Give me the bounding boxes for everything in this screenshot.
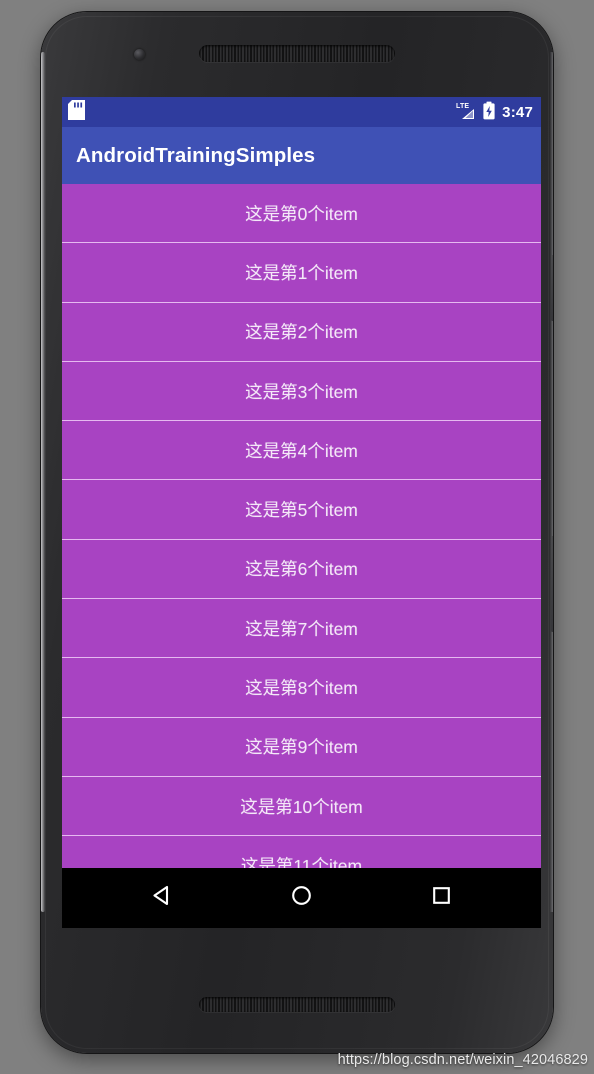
- power-button[interactable]: [551, 255, 553, 321]
- list-item[interactable]: 这是第7个item: [62, 599, 541, 659]
- volume-button[interactable]: [551, 536, 553, 632]
- list-view[interactable]: 这是第0个item 这是第1个item 这是第2个item 这是第3个item …: [62, 184, 541, 868]
- front-camera-icon: [134, 49, 145, 60]
- navigation-bar: [62, 868, 541, 928]
- list-item[interactable]: 这是第0个item: [62, 184, 541, 244]
- app-bar-title: AndroidTrainingSimples: [76, 143, 316, 167]
- signal-bars-icon: LTE: [456, 101, 476, 124]
- status-bar: LTE 3:47: [62, 97, 541, 127]
- earpiece-speaker-grille: [199, 45, 395, 62]
- back-icon: [149, 883, 174, 913]
- status-bar-right-icons: LTE 3:47: [456, 101, 533, 124]
- battery-charging-icon: [482, 101, 496, 124]
- list-item[interactable]: 这是第3个item: [62, 361, 541, 422]
- bottom-speaker-grille: [199, 997, 395, 1012]
- device-left-edge-highlight: [41, 52, 45, 912]
- device-right-edge-highlight: [550, 52, 553, 912]
- status-bar-left-icons: [68, 99, 85, 125]
- list-item[interactable]: 这是第9个item: [62, 717, 541, 777]
- app-bar: AndroidTrainingSimples: [62, 127, 541, 184]
- list-item[interactable]: 这是第8个item: [62, 658, 541, 718]
- list-item[interactable]: 这是第6个item: [62, 539, 541, 600]
- home-button[interactable]: [272, 875, 330, 921]
- home-icon: [289, 883, 314, 913]
- list-item[interactable]: 这是第5个item: [62, 480, 541, 540]
- watermark-url: https://blog.csdn.net/weixin_42046829: [337, 1052, 588, 1068]
- recents-icon: [429, 883, 454, 913]
- recents-button[interactable]: [412, 875, 470, 921]
- list-item[interactable]: 这是第2个item: [62, 302, 541, 362]
- list-item[interactable]: 这是第4个item: [62, 421, 541, 481]
- list-item[interactable]: 这是第10个item: [62, 776, 541, 837]
- list-item[interactable]: 这是第11个item: [62, 836, 541, 868]
- phone-screen: LTE 3:47 AndroidTrainingSimples 这是第0个ite…: [62, 97, 541, 928]
- back-button[interactable]: [133, 875, 191, 921]
- status-bar-clock: 3:47: [502, 103, 533, 121]
- sd-card-icon: [68, 99, 85, 125]
- svg-text:LTE: LTE: [456, 103, 469, 110]
- phone-device-frame: LTE 3:47 AndroidTrainingSimples 这是第0个ite…: [41, 12, 553, 1053]
- list-item[interactable]: 这是第1个item: [62, 243, 541, 303]
